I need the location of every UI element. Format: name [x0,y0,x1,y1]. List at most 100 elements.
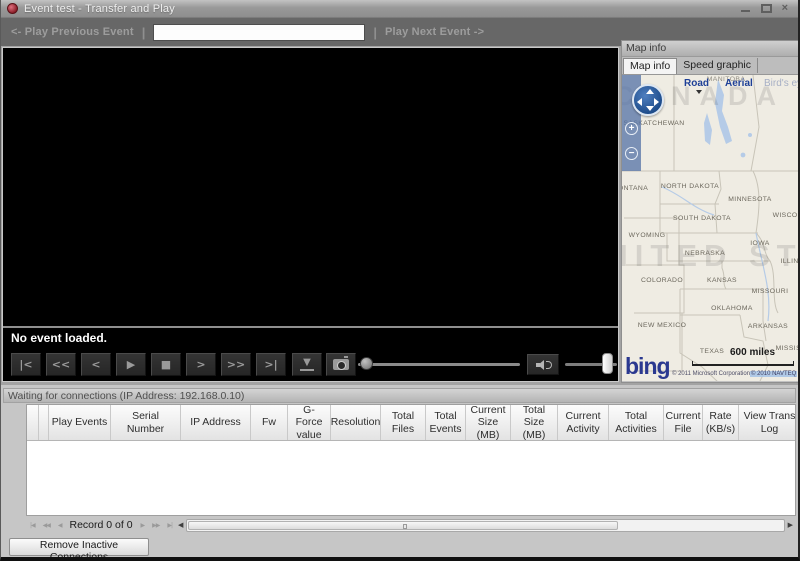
volume-handle[interactable] [602,353,613,374]
connections-panel: Waiting for connections (IP Address: 192… [1,385,798,557]
grid-indicator-column [39,405,49,440]
grid-body-empty [27,441,795,515]
video-player-panel: No event loaded. |< << < ▶ ■ > >> >| ▼ [2,47,619,382]
tab-map-info[interactable]: Map info [623,58,678,74]
stop-button[interactable]: ■ [151,353,181,376]
column-total-files[interactable]: Total Files [381,405,426,440]
state-label: IOWA [750,240,770,247]
scroll-right-icon[interactable]: ▶ [788,521,793,529]
state-label: MISSISSIPPI [775,345,798,352]
map-scale-bar [692,361,794,366]
maximize-icon[interactable] [760,4,772,13]
column-fw[interactable]: Fw [251,405,288,440]
bing-map[interactable]: CANADA UNITED STATES MANITOBA SASKATCHEW… [622,74,798,381]
state-label: WISCONSIN [772,212,798,219]
tab-speed-graphic[interactable]: Speed graphic [677,58,758,73]
column-current-file[interactable]: Current File [664,405,703,440]
map-tabs: Map info Speed graphic [622,57,798,74]
play-next-event-button[interactable]: Play Next Event -> [379,26,490,38]
event-name-input[interactable] [153,23,366,41]
column-serial-number[interactable]: Serial Number [111,405,181,440]
record-next-button[interactable]: ▶ [141,522,146,529]
connections-header: Waiting for connections (IP Address: 192… [3,388,796,403]
last-event-button[interactable]: >| [256,353,286,376]
state-label: ILLINOIS [780,258,798,265]
remove-inactive-connections-button[interactable]: Remove Inactive Connections [9,538,149,557]
zoom-out-icon[interactable]: − [625,147,638,160]
column-play-events[interactable]: Play Events [49,405,111,440]
map-copyright-navteq: © 2010 NAVTEQ [750,371,798,377]
grid-indicator-column [27,405,39,440]
volume-slider[interactable] [565,353,617,374]
video-display [3,48,618,326]
scroll-left-icon[interactable]: ◀ [178,521,183,529]
scrollbar-thumb[interactable] [188,520,618,530]
column-gforce-value[interactable]: G-Force value [288,405,331,441]
column-rate[interactable]: Rate (KB/s) [703,405,739,440]
column-total-activities[interactable]: Total Activities [609,405,664,440]
column-resolution[interactable]: Resolution [331,405,381,440]
player-status: No event loaded. [3,326,618,348]
mute-button[interactable] [527,354,559,375]
play-previous-event-button[interactable]: <- Play Previous Event [5,26,140,38]
record-last-button[interactable]: ▶| [167,522,173,529]
toolbar-divider: | [141,24,146,40]
column-total-size[interactable]: Total Size (MB) [511,405,558,441]
title-bar: Event test - Transfer and Play × [1,0,798,17]
map-pan-compass[interactable] [632,84,664,116]
map-mode-aerial[interactable]: Aerial [725,78,753,89]
download-button[interactable]: ▼ [292,353,322,376]
app-window: Event test - Transfer and Play × <- Play… [0,0,800,561]
map-mode-birdseye[interactable]: Bird's eye [764,78,798,89]
record-prev-page-button[interactable]: ◀◀ [43,522,51,529]
state-label: WYOMING [628,232,666,239]
app-icon [7,3,18,14]
connections-grid: Play Events Serial Number IP Address Fw … [26,404,796,516]
window-title: Event test - Transfer and Play [24,2,175,15]
rewind-button[interactable]: << [46,353,76,376]
state-label: ARKANSAS [747,323,789,330]
state-label: KANSAS [707,277,737,284]
close-icon[interactable]: × [782,3,788,14]
map-mode-road[interactable]: Road [684,78,709,89]
zoom-in-icon[interactable]: + [625,122,638,135]
seek-handle[interactable] [360,357,373,370]
scrollbar-grip [403,523,408,529]
state-label: MISSOURI [751,288,789,295]
step-back-button[interactable]: < [81,353,111,376]
horizontal-scrollbar[interactable] [186,518,785,532]
state-label: TEXAS [699,348,725,355]
column-ip-address[interactable]: IP Address [181,405,251,440]
step-forward-button[interactable]: > [186,353,216,376]
fast-forward-button[interactable]: >> [221,353,251,376]
record-count-label: Record 0 of 0 [69,519,133,531]
state-label: NORTH DAKOTA [660,183,720,190]
state-label: MONTANA [622,185,649,192]
camera-icon [333,356,349,370]
snapshot-button[interactable] [326,353,356,376]
column-view-trans-log[interactable]: View Trans Log [739,405,795,440]
map-copyright: © 2011 Microsoft Corporation [672,371,751,377]
map-scale-label: 600 miles [730,347,776,358]
grid-header-row: Play Events Serial Number IP Address Fw … [27,405,795,441]
record-next-page-button[interactable]: ▶▶ [152,522,160,529]
column-current-activity[interactable]: Current Activity [558,405,609,440]
minimize-icon[interactable] [740,4,751,13]
state-label: OKLAHOMA [711,305,753,312]
record-prev-button[interactable]: ◀ [58,522,63,529]
bing-logo[interactable]: bing [625,353,671,380]
seek-slider[interactable] [358,357,520,370]
column-total-events[interactable]: Total Events [426,405,466,440]
seek-track[interactable] [358,363,520,366]
play-button[interactable]: ▶ [116,353,146,376]
download-icon: ▼ [300,358,314,371]
column-current-size[interactable]: Current Size (MB) [466,405,511,441]
record-first-button[interactable]: |◀ [30,522,36,529]
first-event-button[interactable]: |< [11,353,41,376]
state-label: SOUTH DAKOTA [673,215,731,222]
road-selected-caret [696,90,702,94]
toolbar-divider: | [373,24,377,40]
state-label: MINNESOTA [728,196,772,203]
state-label: NEW MEXICO [637,322,687,329]
state-label: NEBRASKA [684,250,726,257]
